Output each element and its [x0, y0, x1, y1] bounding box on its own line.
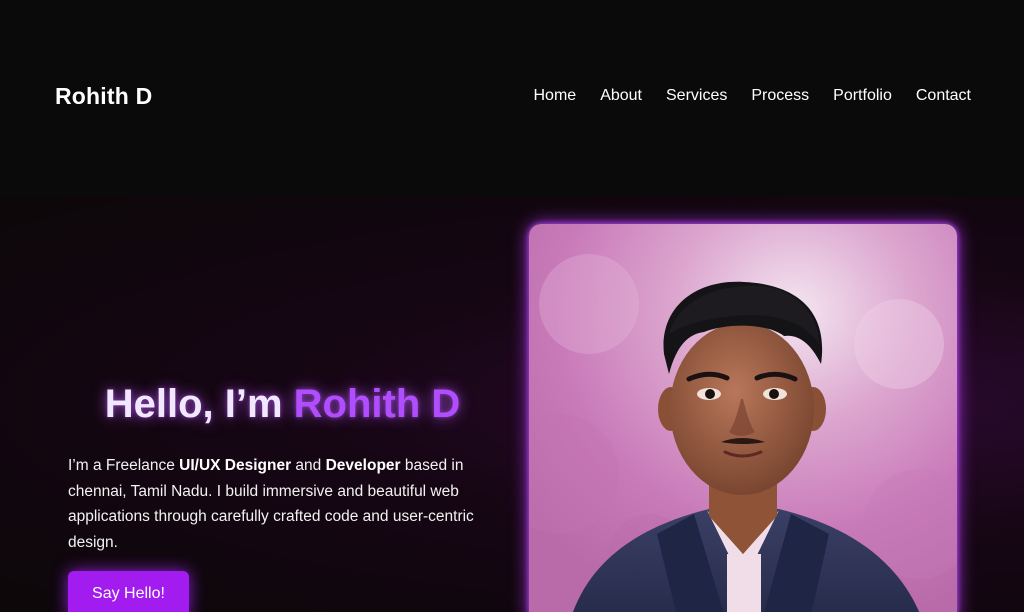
navbar: Rohith D Home About Services Process Por… — [0, 0, 1024, 196]
nav-link-about[interactable]: About — [600, 87, 642, 105]
intro-text-1: I’m a Freelance — [68, 457, 180, 474]
hero-greeting: Hello, I’m — [104, 382, 294, 426]
portrait-illustration — [529, 224, 957, 612]
hero-title: Hello, I’m Rohith D — [0, 382, 565, 427]
intro-text-2: and — [291, 457, 326, 474]
hero-description: I’m a Freelance UI/UX Designer and Devel… — [68, 453, 508, 555]
nav-link-services[interactable]: Services — [666, 87, 727, 105]
page: Rohith D Home About Services Process Por… — [0, 0, 1024, 612]
profile-photo — [529, 224, 957, 612]
nav-link-portfolio[interactable]: Portfolio — [833, 87, 892, 105]
nav-link-contact[interactable]: Contact — [916, 87, 971, 105]
nav-links: Home About Services Process Portfolio Co… — [510, 87, 972, 105]
role-uiux: UI/UX Designer — [179, 457, 292, 474]
brand-logo[interactable]: Rohith D — [55, 83, 152, 110]
hero-name: Rohith D — [293, 382, 461, 426]
say-hello-button[interactable]: Say Hello! — [68, 571, 189, 612]
nav-link-home[interactable]: Home — [534, 87, 577, 105]
nav-link-process[interactable]: Process — [751, 87, 809, 105]
role-developer: Developer — [325, 457, 401, 474]
